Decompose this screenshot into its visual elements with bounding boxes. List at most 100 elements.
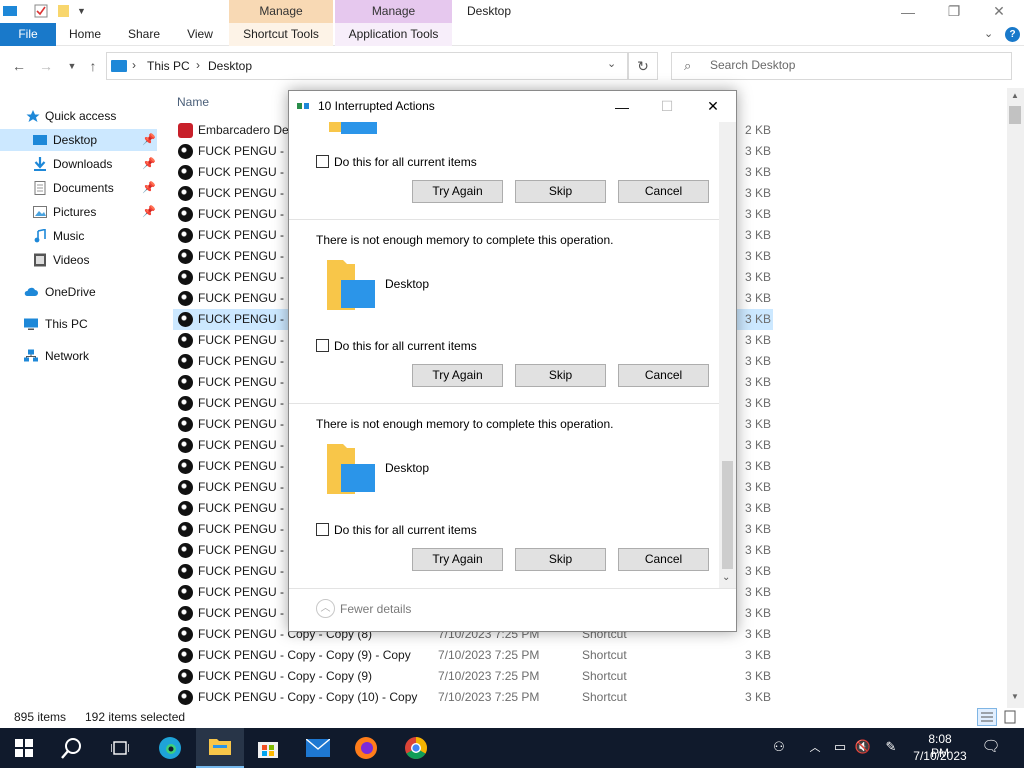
pin-icon[interactable]: 📌 bbox=[142, 129, 156, 151]
cancel-button[interactable]: Cancel bbox=[618, 364, 709, 387]
start-button[interactable] bbox=[0, 728, 48, 768]
shortcut-icon bbox=[178, 564, 193, 579]
close-button[interactable]: ✕ bbox=[976, 0, 1022, 23]
tab-share[interactable]: Share bbox=[122, 23, 166, 46]
scroll-up-icon[interactable]: ▲ bbox=[1011, 91, 1019, 100]
details-view-button[interactable] bbox=[977, 708, 997, 726]
sidebar-item-pictures[interactable]: Pictures 📌 bbox=[0, 201, 157, 223]
scroll-down-icon[interactable]: ⌄ bbox=[722, 572, 730, 583]
sidebar-item-music[interactable]: Music bbox=[0, 225, 157, 247]
taskbar-store[interactable] bbox=[244, 728, 292, 768]
pin-icon[interactable]: 📌 bbox=[142, 201, 156, 223]
sidebar-item-this-pc[interactable]: This PC bbox=[0, 313, 157, 335]
people-icon[interactable]: ⚇ bbox=[770, 738, 788, 756]
sidebar-item-network[interactable]: Network bbox=[0, 345, 157, 367]
task-view-button[interactable] bbox=[96, 728, 144, 768]
pin-icon[interactable]: 📌 bbox=[142, 177, 156, 199]
up-arrow-icon[interactable]: ↑ bbox=[85, 58, 101, 74]
customize-qat-icon[interactable]: ▼ bbox=[77, 6, 91, 20]
help-icon[interactable]: ? bbox=[1005, 27, 1020, 42]
search-box[interactable]: ⌕ bbox=[671, 52, 1012, 80]
chevron-up-icon[interactable]: ︿ bbox=[316, 599, 335, 618]
sidebar-item-downloads[interactable]: Downloads 📌 bbox=[0, 153, 157, 175]
file-list-scrollbar[interactable]: ▲ ▼ bbox=[1007, 88, 1024, 708]
skip-button[interactable]: Skip bbox=[515, 548, 606, 571]
apply-all-label[interactable]: Do this for all current items bbox=[334, 339, 477, 353]
error-message: There is not enough memory to complete t… bbox=[316, 233, 614, 247]
clock-date[interactable]: 7/10/2023 bbox=[910, 749, 970, 763]
dialog-scrollbar[interactable]: ⌄ bbox=[719, 122, 736, 588]
taskbar-chrome[interactable] bbox=[392, 728, 440, 768]
folder-label: Desktop bbox=[385, 461, 430, 475]
dialog-scrollbar-thumb[interactable] bbox=[722, 461, 733, 569]
apply-all-label[interactable]: Do this for all current items bbox=[334, 155, 477, 169]
file-row[interactable]: FUCK PENGU - Copy - Copy (9) - Copy 7/10/… bbox=[173, 645, 773, 666]
taskbar: ⚇ ︿ ▭ 🔇 ✎ 8:08 PM 7/10/2023 🗨 bbox=[0, 728, 1024, 768]
try-again-button[interactable]: Try Again bbox=[412, 180, 503, 203]
chevron-up-icon[interactable]: ︿ bbox=[806, 738, 824, 756]
file-row[interactable]: FUCK PENGU - Copy - Copy (10) - Copy 7/10… bbox=[173, 687, 773, 708]
skip-button[interactable]: Skip bbox=[515, 364, 606, 387]
file-row[interactable]: FUCK PENGU - Copy - Copy (9) 7/10/2023 7:… bbox=[173, 666, 773, 687]
network-icon[interactable]: ▭ bbox=[831, 738, 849, 756]
new-folder-icon[interactable] bbox=[57, 4, 71, 18]
sidebar-item-desktop[interactable]: Desktop 📌 bbox=[0, 129, 157, 151]
dialog-minimize-button[interactable]: — bbox=[599, 91, 645, 122]
breadcrumb-this-pc[interactable]: This PC bbox=[147, 59, 190, 73]
scrollbar-thumb[interactable] bbox=[1009, 106, 1021, 124]
notifications-icon[interactable]: 🗨 bbox=[981, 737, 1000, 755]
file-name: FUCK PENGU - C bbox=[198, 459, 297, 473]
minimize-button[interactable]: — bbox=[885, 0, 931, 23]
recent-locations-icon[interactable]: ▼ bbox=[64, 58, 80, 74]
scroll-down-icon[interactable]: ▼ bbox=[1011, 692, 1019, 701]
dialog-close-button[interactable]: ✕ bbox=[690, 91, 736, 122]
apply-all-checkbox[interactable] bbox=[316, 339, 329, 352]
tab-file[interactable]: File bbox=[0, 23, 56, 46]
taskbar-file-explorer[interactable] bbox=[196, 728, 244, 768]
tab-shortcut-tools[interactable]: Shortcut Tools bbox=[229, 23, 333, 46]
chevron-right-icon[interactable]: › bbox=[132, 58, 136, 72]
sidebar-item-videos[interactable]: Videos bbox=[0, 249, 157, 271]
cancel-button[interactable]: Cancel bbox=[618, 180, 709, 203]
volume-muted-icon[interactable]: 🔇 bbox=[854, 738, 872, 756]
video-icon bbox=[34, 253, 46, 267]
file-size: 3 KB bbox=[745, 606, 772, 620]
column-header-name[interactable]: Name bbox=[177, 95, 209, 109]
back-arrow-icon[interactable]: ← bbox=[11, 58, 27, 74]
address-bar[interactable]: › This PC › Desktop ⌄ bbox=[106, 52, 628, 80]
try-again-button[interactable]: Try Again bbox=[412, 364, 503, 387]
maximize-button[interactable]: ❐ bbox=[931, 0, 977, 23]
taskbar-firefox[interactable] bbox=[342, 728, 390, 768]
forward-arrow-icon[interactable]: → bbox=[38, 58, 54, 74]
cancel-button[interactable]: Cancel bbox=[618, 548, 709, 571]
properties-icon[interactable] bbox=[34, 4, 48, 18]
shortcut-icon bbox=[178, 417, 193, 432]
apply-all-label[interactable]: Do this for all current items bbox=[334, 523, 477, 537]
try-again-button[interactable]: Try Again bbox=[412, 548, 503, 571]
breadcrumb-desktop[interactable]: Desktop bbox=[208, 59, 252, 73]
tab-home[interactable]: Home bbox=[62, 23, 108, 46]
fewer-details-link[interactable]: Fewer details bbox=[340, 602, 411, 616]
large-icons-view-button[interactable] bbox=[1000, 708, 1020, 726]
shortcut-icon bbox=[178, 669, 193, 684]
search-input[interactable] bbox=[710, 58, 990, 72]
sidebar-item-label: Downloads bbox=[53, 157, 113, 171]
pen-icon[interactable]: ✎ bbox=[882, 738, 900, 756]
chevron-down-icon[interactable]: ⌄ bbox=[607, 57, 616, 70]
pin-icon[interactable]: 📌 bbox=[142, 153, 156, 175]
skip-button[interactable]: Skip bbox=[515, 180, 606, 203]
sidebar-item-documents[interactable]: Documents 📌 bbox=[0, 177, 157, 199]
taskbar-mail[interactable] bbox=[294, 728, 342, 768]
tab-view[interactable]: View bbox=[180, 23, 220, 46]
sidebar-item-quick-access[interactable]: Quick access bbox=[0, 105, 157, 127]
sidebar-item-onedrive[interactable]: OneDrive bbox=[0, 281, 157, 303]
chevron-right-icon[interactable]: › bbox=[196, 58, 200, 72]
refresh-icon[interactable]: ↻ bbox=[628, 52, 658, 80]
shortcut-icon bbox=[178, 270, 193, 285]
tab-application-tools[interactable]: Application Tools bbox=[335, 23, 452, 46]
chevron-down-icon[interactable]: ⌄ bbox=[984, 27, 993, 40]
search-button[interactable] bbox=[48, 728, 96, 768]
apply-all-checkbox[interactable] bbox=[316, 155, 329, 168]
taskbar-edge[interactable] bbox=[146, 728, 194, 768]
apply-all-checkbox[interactable] bbox=[316, 523, 329, 536]
